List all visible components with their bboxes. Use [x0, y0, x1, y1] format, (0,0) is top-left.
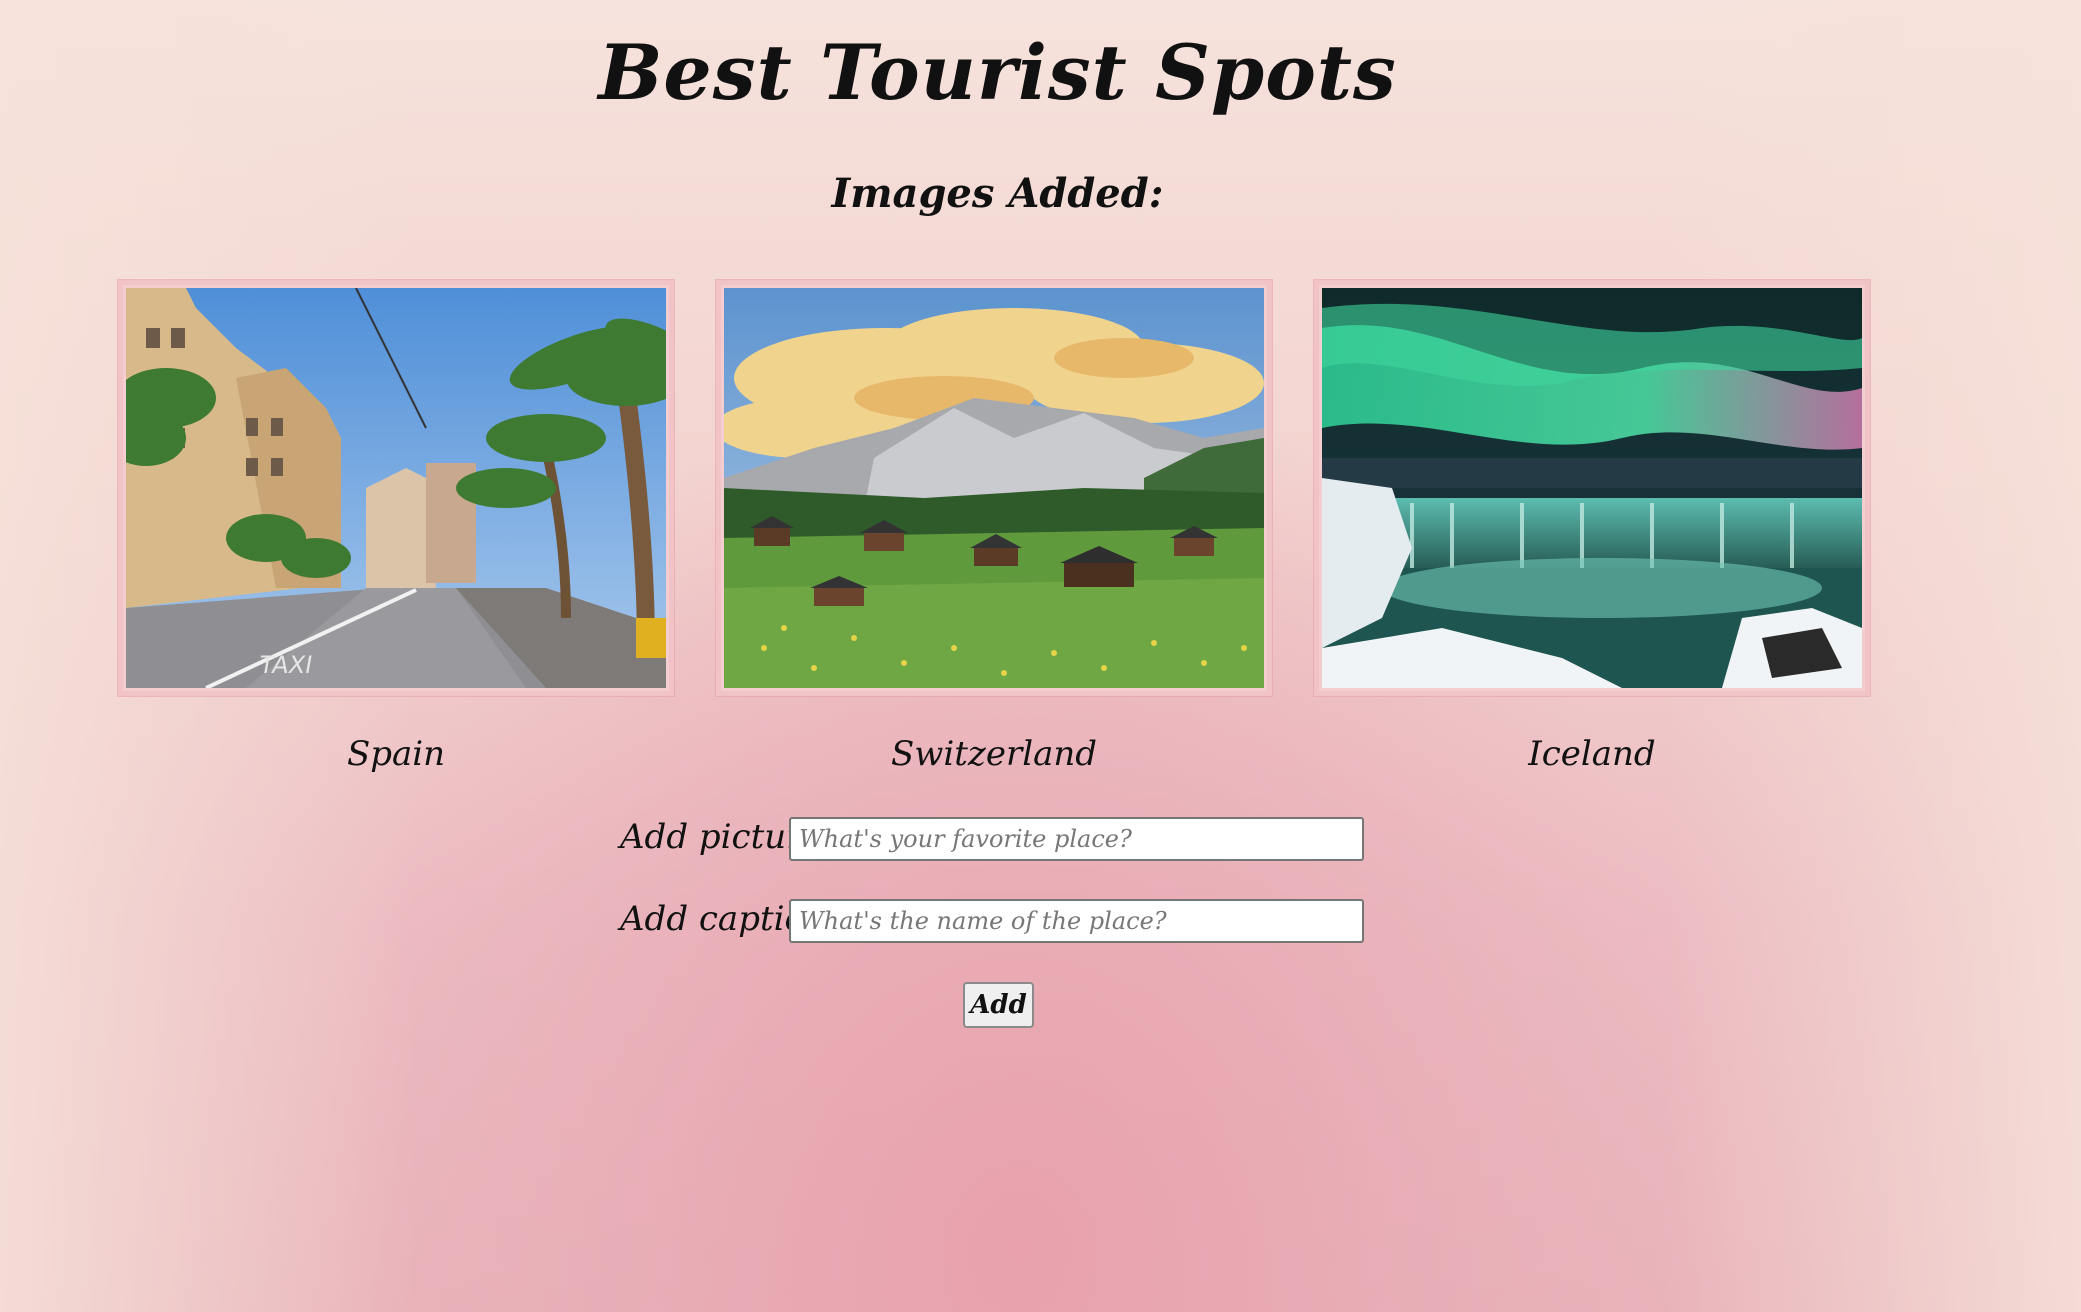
images-added-heading: Images Added:	[831, 170, 1164, 217]
svg-text:TAXI: TAXI	[256, 651, 315, 679]
gallery-card-spain: TAXI Spain	[118, 280, 674, 774]
add-button[interactable]: Add	[963, 982, 1034, 1028]
caption-row: Add caption:	[620, 897, 1380, 949]
gallery-caption: Spain	[346, 734, 446, 774]
page-title: Best Tourist Spots	[598, 28, 1397, 117]
image-frame: TAXI	[118, 280, 674, 696]
gallery-card-switzerland: Switzerland	[716, 280, 1272, 774]
caption-input[interactable]	[789, 899, 1364, 943]
picture-label: Add picture:	[620, 817, 834, 857]
gallery-caption: Switzerland	[890, 734, 1098, 774]
spain-photo: TAXI	[126, 288, 666, 688]
switzerland-photo	[724, 288, 1264, 688]
image-gallery: TAXI Spain Switzerland Iceland	[118, 280, 1870, 780]
caption-label: Add caption:	[620, 899, 839, 939]
gallery-card-iceland: Iceland	[1314, 280, 1870, 774]
picture-input[interactable]	[789, 817, 1364, 861]
iceland-photo	[1322, 288, 1862, 688]
add-image-form: Add picture: Add caption:	[620, 815, 1380, 979]
picture-row: Add picture:	[620, 815, 1380, 867]
image-frame	[1314, 280, 1870, 696]
gallery-caption: Iceland	[1528, 734, 1656, 774]
image-frame	[716, 280, 1272, 696]
